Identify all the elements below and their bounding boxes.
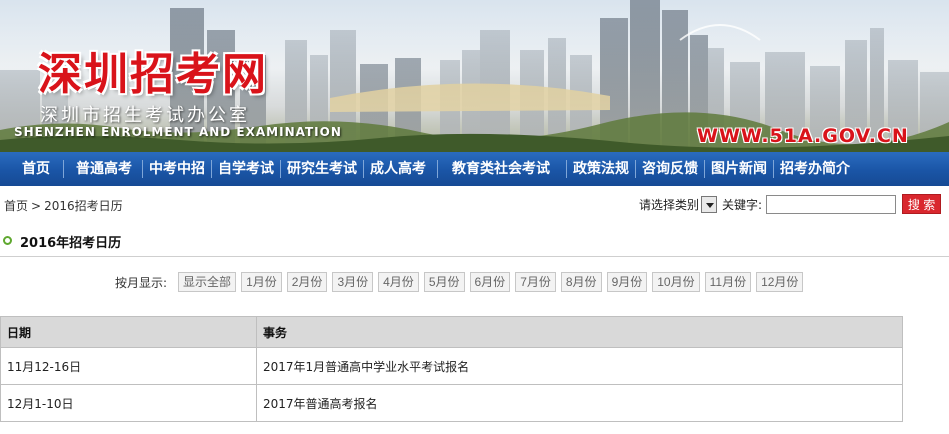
nav-item-about[interactable]: 招考办简介: [774, 152, 856, 186]
month-button-4[interactable]: 4月份: [378, 272, 419, 292]
month-button-7[interactable]: 7月份: [515, 272, 556, 292]
breadcrumb: 首页 > 2016招考日历: [4, 197, 123, 214]
chevron-down-icon[interactable]: [701, 195, 718, 213]
keyword-label: 关键字:: [722, 197, 763, 212]
search-bar: 请选择类别 关键字: 搜 索: [639, 194, 942, 214]
search-button[interactable]: 搜 索: [902, 194, 942, 214]
main-nav: 首页 普通高考 中考中招 自学考试 研究生考试 成人高考 教育类社会考试 政策法…: [0, 152, 949, 186]
breadcrumb-separator: >: [31, 198, 42, 213]
table-header-row: 日期 事务: [0, 316, 903, 348]
nav-item-feedback[interactable]: 咨询反馈: [636, 152, 704, 186]
breadcrumb-home-link[interactable]: 首页: [4, 197, 28, 214]
site-logo-english: SHENZHEN ENROLMENT AND EXAMINATION: [14, 125, 342, 139]
bullet-circle-icon: [3, 236, 12, 245]
month-filter: 按月显示: 显示全部 1月份 2月份 3月份 4月份 5月份 6月份 7月份 8…: [115, 272, 804, 292]
site-url: WWW.51A.GOV.CN: [697, 125, 909, 147]
breadcrumb-current: 2016招考日历: [44, 199, 123, 213]
table-row: 11月12-16日 2017年1月普通高中学业水平考试报名: [0, 347, 903, 385]
section-header: 2016年招考日历: [0, 227, 949, 257]
table-cell-date: 12月1-10日: [0, 384, 257, 422]
site-logo-title: 深圳招考网: [38, 49, 268, 100]
month-button-3[interactable]: 3月份: [332, 272, 374, 292]
site-logo-subtitle: 深圳市招生考试办公室: [40, 105, 250, 126]
month-button-all[interactable]: 显示全部: [178, 272, 237, 292]
nav-item-adult[interactable]: 成人高考: [364, 152, 437, 186]
nav-item-policy[interactable]: 政策法规: [567, 152, 635, 186]
table-cell-date: 11月12-16日: [0, 347, 257, 385]
header-banner: 深圳招考网 深圳市招生考试办公室 SHENZHEN ENROLMENT AND …: [0, 0, 949, 152]
table-cell-affair: 2017年1月普通高中学业水平考试报名: [256, 347, 903, 385]
nav-item-gaokao[interactable]: 普通高考: [64, 152, 142, 186]
exam-calendar-table: 日期 事务 11月12-16日 2017年1月普通高中学业水平考试报名 12月1…: [0, 316, 903, 422]
month-button-8[interactable]: 8月份: [560, 272, 602, 292]
month-button-6[interactable]: 6月份: [469, 272, 511, 292]
nav-item-education-exams[interactable]: 教育类社会考试: [438, 152, 566, 186]
table-cell-affair: 2017年普通高考报名: [256, 384, 903, 422]
category-select-label: 请选择类别: [639, 197, 700, 212]
month-button-9[interactable]: 9月份: [606, 272, 648, 292]
column-header-date: 日期: [0, 316, 257, 348]
table-row: 12月1-10日 2017年普通高考报名: [0, 384, 903, 422]
nav-item-photo-news[interactable]: 图片新闻: [705, 152, 773, 186]
nav-item-graduate[interactable]: 研究生考试: [281, 152, 363, 186]
column-header-affair: 事务: [256, 316, 903, 348]
nav-item-self-study[interactable]: 自学考试: [212, 152, 280, 186]
page-title: 2016年招考日历: [20, 236, 122, 251]
month-button-10[interactable]: 10月份: [652, 272, 700, 292]
nav-item-zhongkao[interactable]: 中考中招: [143, 152, 211, 186]
month-button-12[interactable]: 12月份: [756, 272, 804, 292]
month-filter-label: 按月显示:: [115, 275, 168, 290]
month-button-2[interactable]: 2月份: [286, 272, 328, 292]
month-button-11[interactable]: 11月份: [704, 272, 752, 292]
keyword-input[interactable]: [766, 194, 897, 214]
category-select[interactable]: 请选择类别: [639, 195, 718, 213]
month-button-1[interactable]: 1月份: [241, 272, 282, 292]
month-button-5[interactable]: 5月份: [423, 272, 465, 292]
nav-item-home[interactable]: 首页: [0, 152, 63, 186]
